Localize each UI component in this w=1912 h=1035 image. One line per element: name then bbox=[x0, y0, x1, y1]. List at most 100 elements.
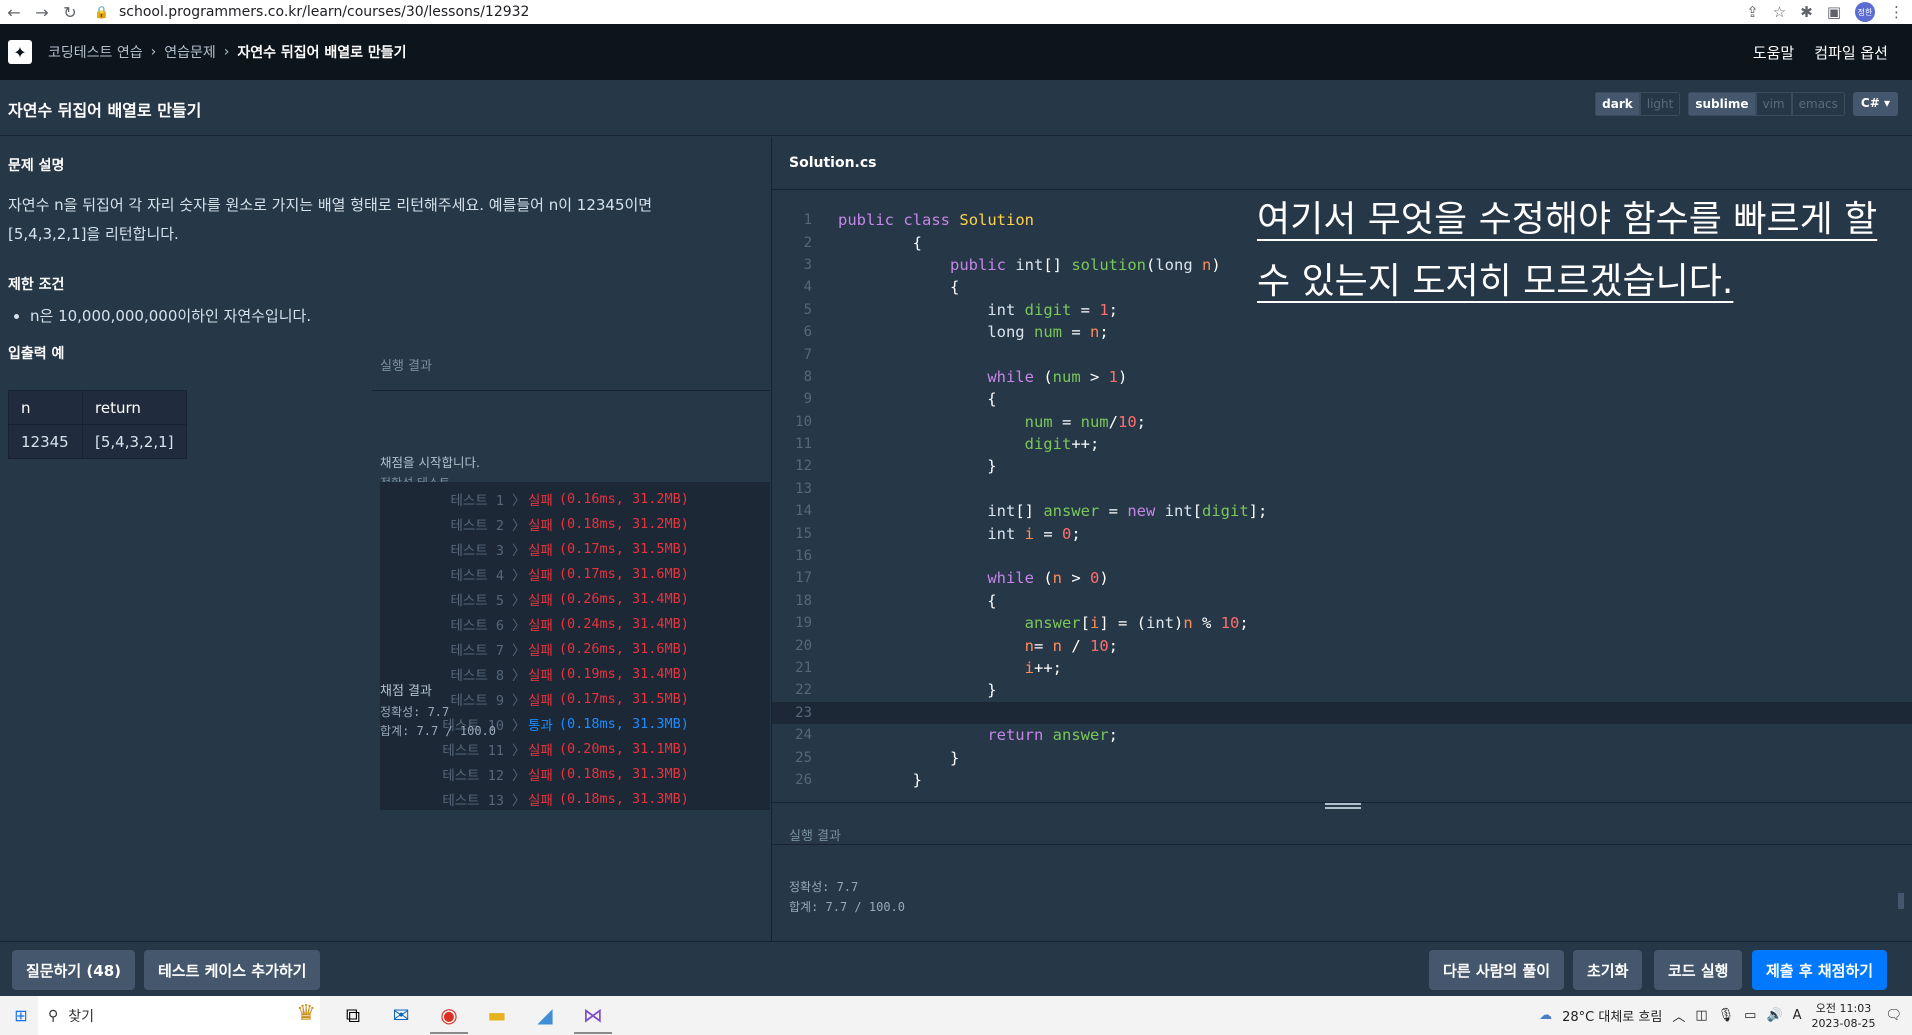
weather-text[interactable]: 28°C 대체로 흐림 bbox=[1562, 1006, 1662, 1025]
mail-icon[interactable]: ✉ bbox=[382, 998, 420, 1034]
test-detail: (0.17ms, 31.5MB) bbox=[558, 690, 689, 707]
theme-light-button[interactable]: light bbox=[1639, 92, 1681, 116]
file-tab[interactable]: Solution.cs bbox=[789, 155, 877, 171]
code-line[interactable]: 10 num = num/10; bbox=[772, 411, 1912, 433]
windows-start-icon[interactable]: ⊞ bbox=[4, 1006, 38, 1025]
programmers-logo[interactable]: ✦ bbox=[8, 40, 32, 64]
bookmark-star-icon[interactable]: ☆ bbox=[1773, 3, 1786, 21]
profile-avatar[interactable]: 정한 bbox=[1855, 2, 1875, 22]
chevron-right-icon: 〉 bbox=[512, 517, 526, 534]
code-line[interactable]: 6 long num = n; bbox=[772, 321, 1912, 343]
io-header-return: return bbox=[82, 390, 187, 425]
chrome-icon[interactable]: ◉ bbox=[430, 998, 468, 1034]
side-panel-icon[interactable]: ▣ bbox=[1827, 3, 1841, 21]
notification-icon[interactable]: 🗨 bbox=[1885, 1008, 1902, 1023]
test-detail: (0.18ms, 31.2MB) bbox=[558, 515, 689, 532]
test-name: 테스트 5 bbox=[450, 592, 504, 609]
scrollbar[interactable] bbox=[1898, 893, 1904, 909]
resize-handle[interactable] bbox=[1325, 803, 1361, 809]
share-icon[interactable]: ⇪ bbox=[1746, 3, 1759, 21]
output-total: 합계: 7.7 / 100.0 bbox=[789, 900, 906, 914]
chevron-right-icon: 〉 bbox=[512, 492, 526, 509]
test-result-row: 테스트 1 〉 실패 (0.16ms, 31.2MB) bbox=[380, 486, 770, 511]
code-line[interactable]: 20 n= n / 10; bbox=[772, 634, 1912, 656]
extensions-puzzle-icon[interactable]: ✱ bbox=[1800, 3, 1813, 21]
test-name: 테스트 1 bbox=[450, 492, 504, 509]
language-select[interactable]: C# ▾ bbox=[1852, 92, 1898, 116]
code-line[interactable]: 22 } bbox=[772, 679, 1912, 701]
lock-icon: 🔒 bbox=[94, 5, 109, 19]
visual-studio-icon[interactable]: ⋈ bbox=[574, 998, 612, 1034]
test-status: 실패 bbox=[528, 542, 553, 559]
lesson-title-bar: 자연수 뒤집어 배열로 만들기 dark light sublime vim e… bbox=[0, 80, 1912, 136]
code-line[interactable]: 21 i++; bbox=[772, 657, 1912, 679]
taskbar-search[interactable]: ⚲ 찾기 ♛ bbox=[38, 996, 320, 1035]
reset-button[interactable]: 초기화 bbox=[1573, 950, 1643, 990]
notepad-icon[interactable]: ◢ bbox=[526, 998, 564, 1034]
test-status: 실패 bbox=[528, 767, 553, 784]
breadcrumb-item-coding-test[interactable]: 코딩테스트 연습 bbox=[48, 42, 143, 62]
file-explorer-icon[interactable]: ▬ bbox=[478, 998, 516, 1034]
network-icon[interactable]: ▭ bbox=[1744, 1008, 1756, 1023]
test-status: 실패 bbox=[528, 567, 553, 584]
weather-icon[interactable]: ☁ bbox=[1539, 1008, 1552, 1023]
keymap-sublime-button[interactable]: sublime bbox=[1688, 92, 1756, 116]
chevron-right-icon: › bbox=[223, 44, 230, 60]
clock-time: 오전 11:03 bbox=[1815, 1001, 1872, 1015]
keymap-vim-button[interactable]: vim bbox=[1755, 92, 1792, 116]
tray-chevron-up-icon[interactable]: ︿ bbox=[1672, 1006, 1685, 1025]
others-solutions-button[interactable]: 다른 사람의 풀이 bbox=[1429, 950, 1565, 990]
io-cell-n: 12345 bbox=[8, 424, 83, 459]
code-line[interactable]: 9 { bbox=[772, 388, 1912, 410]
code-line[interactable]: 17 while (n > 0) bbox=[772, 567, 1912, 589]
code-line[interactable]: 12 } bbox=[772, 455, 1912, 477]
divider bbox=[772, 844, 1912, 845]
code-line[interactable]: 15 int i = 0; bbox=[772, 522, 1912, 544]
test-name: 테스트 2 bbox=[450, 517, 504, 534]
code-line[interactable]: 14 int[] answer = new int[digit]; bbox=[772, 500, 1912, 522]
code-line[interactable]: 18 { bbox=[772, 590, 1912, 612]
reload-icon[interactable]: ↻ bbox=[56, 0, 84, 24]
forward-arrow-icon[interactable]: → bbox=[28, 0, 56, 24]
microphone-icon[interactable]: 🎙 bbox=[1718, 1008, 1735, 1023]
volume-icon[interactable]: 🔊 bbox=[1766, 1008, 1782, 1023]
code-line[interactable]: 7 bbox=[772, 343, 1912, 365]
test-detail: (0.26ms, 31.4MB) bbox=[558, 590, 689, 607]
chevron-right-icon: › bbox=[150, 44, 157, 60]
camera-icon[interactable]: ◫ bbox=[1695, 1008, 1707, 1023]
grading-summary-heading: 채점 결과 bbox=[380, 684, 432, 699]
code-line[interactable]: 26 } bbox=[772, 769, 1912, 791]
add-testcase-button[interactable]: 테스트 케이스 추가하기 bbox=[144, 950, 321, 990]
test-status: 통과 bbox=[528, 717, 553, 734]
code-line[interactable]: 24 return answer; bbox=[772, 724, 1912, 746]
code-line-active[interactable]: 23 bbox=[772, 701, 1912, 724]
ask-question-button[interactable]: 질문하기 (48) bbox=[12, 950, 136, 990]
test-name: 테스트 7 bbox=[450, 642, 504, 659]
code-line[interactable]: 13 bbox=[772, 478, 1912, 500]
browser-menu-icon[interactable]: ⋮ bbox=[1889, 3, 1904, 21]
ime-indicator[interactable]: A bbox=[1793, 1008, 1802, 1023]
run-code-button[interactable]: 코드 실행 bbox=[1654, 950, 1743, 990]
test-status: 실패 bbox=[528, 517, 553, 534]
table-row: 12345 [5,4,3,2,1] bbox=[8, 424, 187, 459]
submit-button[interactable]: 제출 후 채점하기 bbox=[1752, 950, 1888, 990]
code-line[interactable]: 16 bbox=[772, 545, 1912, 567]
keymap-emacs-button[interactable]: emacs bbox=[1791, 92, 1845, 116]
test-name: 테스트 11 bbox=[442, 742, 504, 759]
code-line[interactable]: 11 digit++; bbox=[772, 433, 1912, 455]
breadcrumb: 코딩테스트 연습 › 연습문제 › 자연수 뒤집어 배열로 만들기 bbox=[48, 42, 407, 62]
task-view-icon[interactable]: ⧉ bbox=[334, 998, 372, 1034]
io-header-n: n bbox=[8, 390, 83, 425]
caret-down-icon: ▾ bbox=[1883, 96, 1890, 110]
clock[interactable]: 오전 11:03 2023-08-25 bbox=[1812, 1001, 1876, 1031]
code-line[interactable]: 25 } bbox=[772, 746, 1912, 768]
test-result-row: 테스트 6 〉 실패 (0.24ms, 31.4MB) bbox=[380, 611, 770, 636]
theme-dark-button[interactable]: dark bbox=[1595, 92, 1640, 116]
back-arrow-icon[interactable]: ← bbox=[0, 0, 28, 24]
compile-options-menu[interactable]: 컴파일 옵션 bbox=[1814, 42, 1888, 63]
code-line[interactable]: 19 answer[i] = (int)n % 10; bbox=[772, 612, 1912, 634]
breadcrumb-item-practice[interactable]: 연습문제 bbox=[164, 42, 216, 62]
address-bar[interactable]: 🔒 school.programmers.co.kr/learn/courses… bbox=[94, 4, 529, 20]
help-menu[interactable]: 도움말 bbox=[1753, 42, 1794, 63]
code-line[interactable]: 8 while (num > 1) bbox=[772, 366, 1912, 388]
